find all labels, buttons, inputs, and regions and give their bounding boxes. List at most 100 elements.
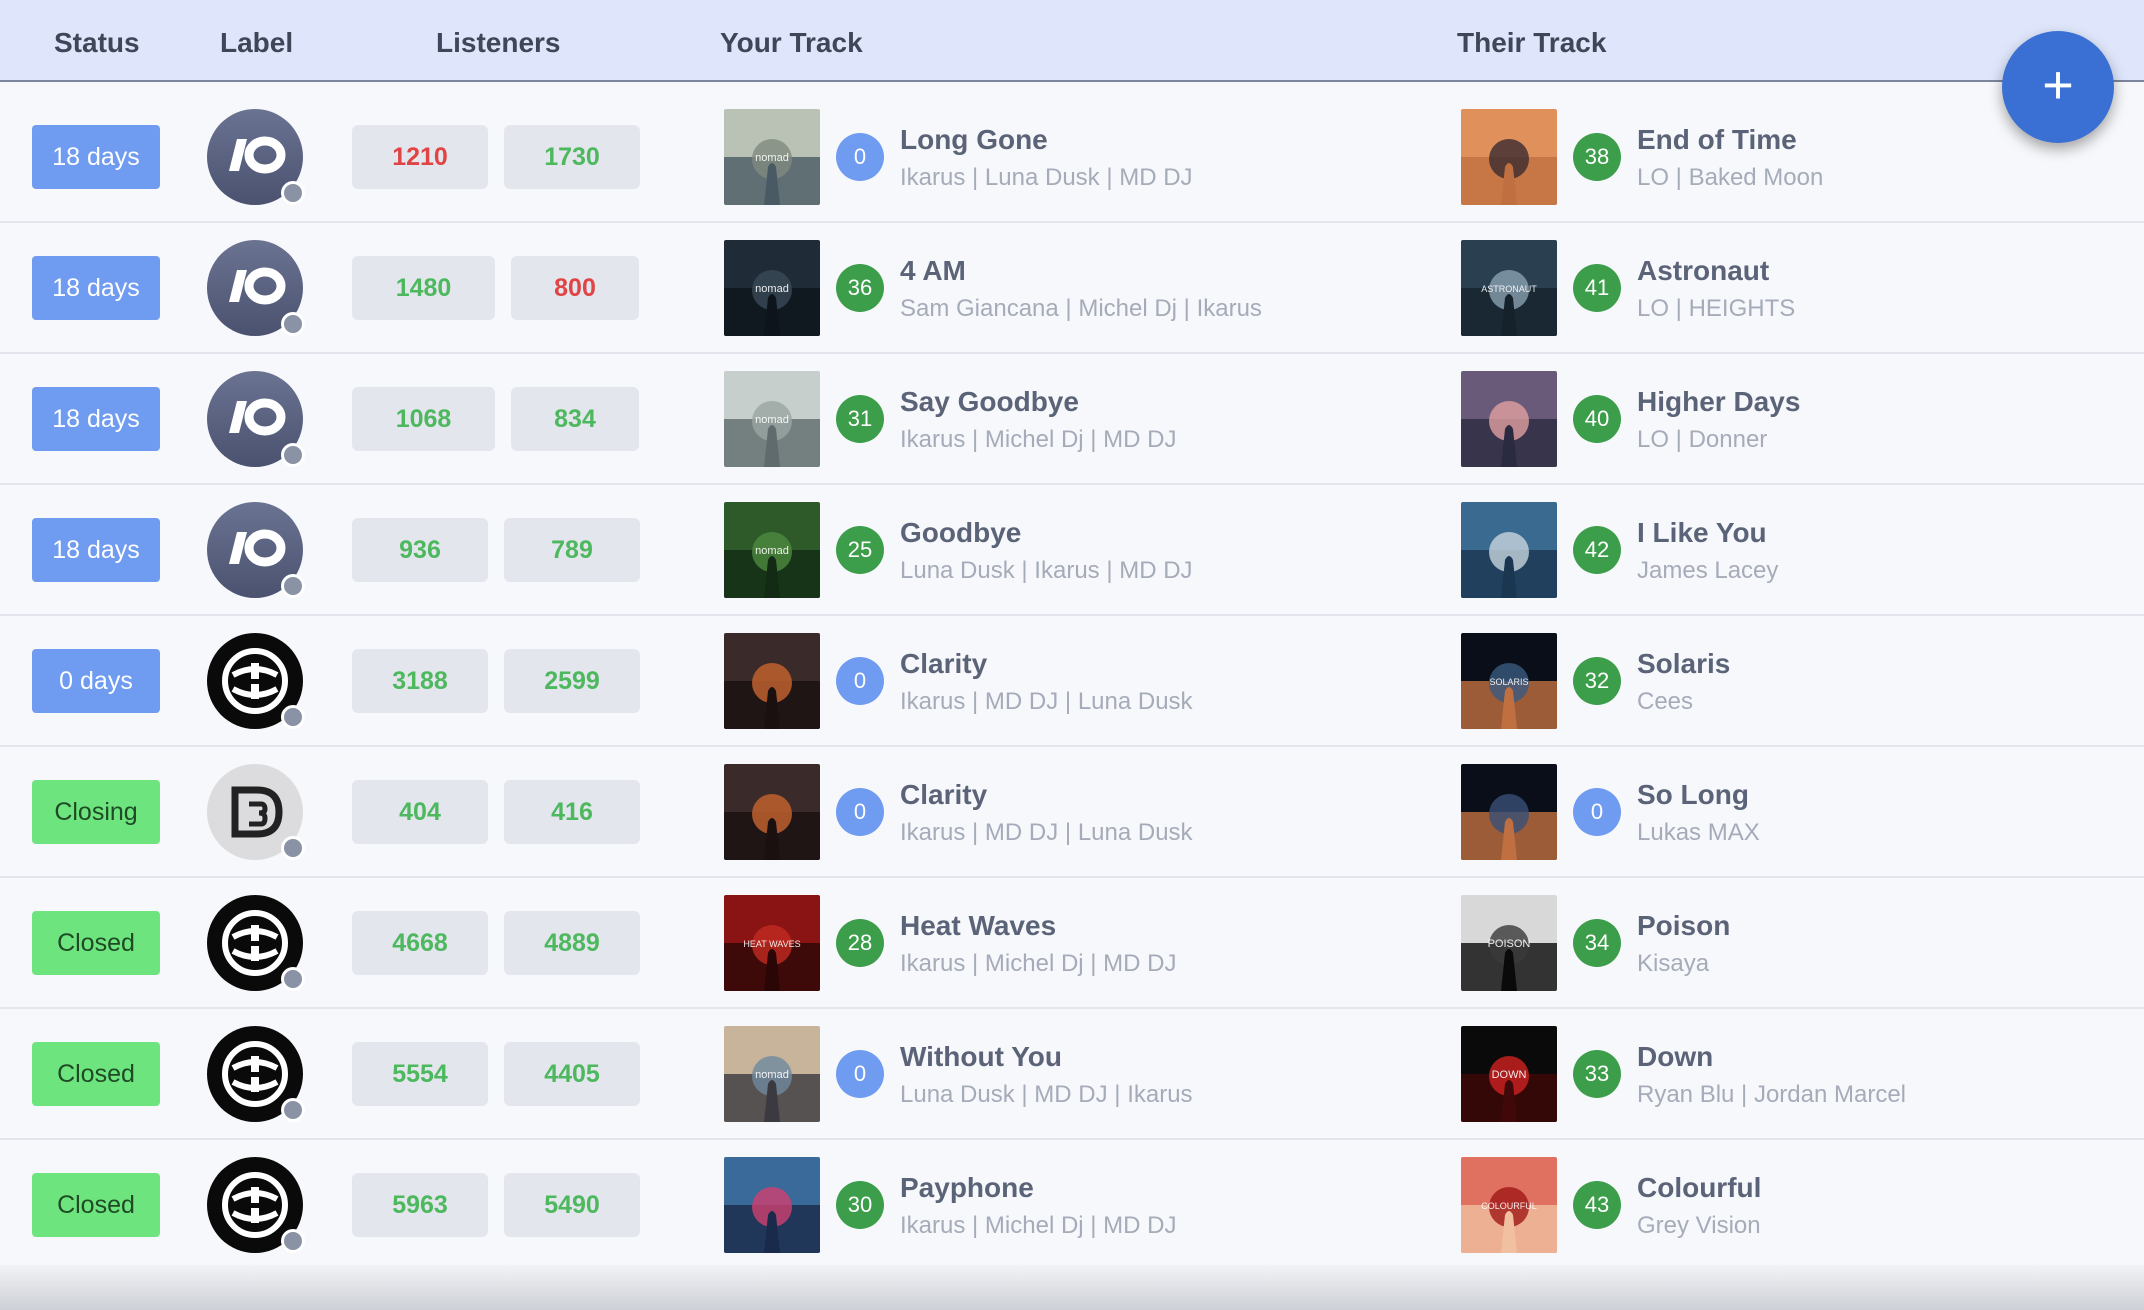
swirl-logo-icon[interactable]: [207, 633, 305, 729]
their-track-title[interactable]: End of Time: [1637, 124, 1797, 156]
swirl-logo-icon[interactable]: [207, 895, 305, 991]
swirl-logo-icon[interactable]: [207, 1026, 305, 1122]
listeners-theirs: 5490: [504, 1173, 640, 1237]
their-track-artists: LO | Baked Moon: [1637, 164, 1824, 191]
bottom-scroll-shadow: [0, 1265, 2144, 1310]
your-track-cover[interactable]: nomad: [724, 1026, 820, 1122]
your-track-title[interactable]: Without You: [900, 1041, 1062, 1073]
their-track-cover[interactable]: ASTRONAUT: [1461, 240, 1557, 336]
your-track-title[interactable]: Clarity: [900, 779, 987, 811]
header-listeners[interactable]: Listeners: [436, 27, 561, 59]
their-track-artists: Kisaya: [1637, 950, 1710, 977]
their-track-score: 38: [1573, 133, 1621, 181]
status-badge[interactable]: 18 days: [32, 387, 160, 451]
listeners-theirs: 4889: [504, 911, 640, 975]
their-track-cover[interactable]: [1461, 371, 1557, 467]
status-badge[interactable]: 18 days: [32, 518, 160, 582]
listeners-theirs: 1730: [504, 125, 640, 189]
status-badge[interactable]: 18 days: [32, 125, 160, 189]
their-track-title[interactable]: So Long: [1637, 779, 1749, 811]
your-track-score: 31: [836, 395, 884, 443]
their-track-artists: LO | HEIGHTS: [1637, 295, 1796, 322]
deals-table: 18 days 1210 1730 nomad 0 Long Gone Ikarus | L…: [0, 92, 2144, 1271]
table-row[interactable]: Closing 404 416 0 Clarity Ikarus | MD DJ | Lu…: [0, 747, 2144, 878]
table-row[interactable]: 18 days 936 789 nomad 25 Goodbye Luna Dusk | I…: [0, 485, 2144, 616]
status-badge[interactable]: Closed: [32, 1173, 160, 1237]
header-your-track[interactable]: Your Track: [720, 27, 863, 59]
their-track-score: 40: [1573, 395, 1621, 443]
your-track-title[interactable]: Heat Waves: [900, 910, 1056, 942]
table-row[interactable]: Closed 4668 4889 HEAT WAVES 28 Heat Waves Ikar…: [0, 878, 2144, 1009]
their-track-title[interactable]: Poison: [1637, 910, 1730, 942]
your-track-title[interactable]: Goodbye: [900, 517, 1021, 549]
your-track-cover[interactable]: [724, 1157, 820, 1253]
their-track-cover[interactable]: POISON: [1461, 895, 1557, 991]
their-track-cover[interactable]: DOWN: [1461, 1026, 1557, 1122]
header-status[interactable]: Status: [54, 27, 140, 59]
their-track-title[interactable]: I Like You: [1637, 517, 1767, 549]
their-track-title[interactable]: Higher Days: [1637, 386, 1800, 418]
table-row[interactable]: 18 days 1068 834 nomad 31 Say Goodbye Ikarus |…: [0, 354, 2144, 485]
their-track-cover[interactable]: [1461, 502, 1557, 598]
svg-text:nomad: nomad: [755, 152, 789, 164]
svg-text:COLOURFUL: COLOURFUL: [1481, 1201, 1537, 1211]
add-button[interactable]: +: [2002, 31, 2114, 143]
their-track-title[interactable]: Astronaut: [1637, 255, 1769, 287]
table-row[interactable]: 18 days 1210 1730 nomad 0 Long Gone Ikarus | L…: [0, 92, 2144, 223]
your-track-cover[interactable]: nomad: [724, 371, 820, 467]
status-badge[interactable]: Closed: [32, 911, 160, 975]
their-track-title[interactable]: Down: [1637, 1041, 1713, 1073]
their-track-title[interactable]: Colourful: [1637, 1172, 1761, 1204]
table-row[interactable]: 0 days 3188 2599 0 Clarity Ikarus | MD DJ | L…: [0, 616, 2144, 747]
your-track-cover[interactable]: [724, 633, 820, 729]
your-track-cover[interactable]: HEAT WAVES: [724, 895, 820, 991]
your-track-artists: Luna Dusk | MD DJ | Ikarus: [900, 1081, 1193, 1108]
svg-text:POISON: POISON: [1488, 938, 1531, 950]
status-badge[interactable]: Closed: [32, 1042, 160, 1106]
listeners-theirs: 416: [504, 780, 640, 844]
status-badge[interactable]: 18 days: [32, 256, 160, 320]
your-track-artists: Ikarus | Michel Dj | MD DJ: [900, 950, 1177, 977]
lo-logo-icon[interactable]: [207, 371, 305, 467]
header-their-track[interactable]: Their Track: [1457, 27, 1606, 59]
listeners-theirs: 2599: [504, 649, 640, 713]
your-track-artists: Ikarus | Luna Dusk | MD DJ: [900, 164, 1193, 191]
their-track-cover[interactable]: [1461, 109, 1557, 205]
lo-logo-icon[interactable]: [207, 502, 305, 598]
your-track-cover[interactable]: nomad: [724, 502, 820, 598]
table-header: Status Label Listeners Your Track Their …: [0, 0, 2144, 82]
their-track-cover[interactable]: [1461, 764, 1557, 860]
your-track-title[interactable]: 4 AM: [900, 255, 966, 287]
swirl-logo-icon[interactable]: [207, 1157, 305, 1253]
status-badge[interactable]: 0 days: [32, 649, 160, 713]
lo-logo-icon[interactable]: [207, 109, 305, 205]
their-track-title[interactable]: Solaris: [1637, 648, 1730, 680]
table-row[interactable]: Closed 5963 5490 30 Payphone Ikarus | Michel …: [0, 1140, 2144, 1271]
svg-text:SOLARIS: SOLARIS: [1489, 677, 1528, 687]
your-track-title[interactable]: Long Gone: [900, 124, 1048, 156]
your-track-cover[interactable]: nomad: [724, 240, 820, 336]
status-badge[interactable]: Closing: [32, 780, 160, 844]
your-track-artists: Ikarus | MD DJ | Luna Dusk: [900, 688, 1193, 715]
presence-dot: [281, 1229, 305, 1253]
your-track-cover[interactable]: [724, 764, 820, 860]
your-track-title[interactable]: Clarity: [900, 648, 987, 680]
table-row[interactable]: 18 days 1480 800 nomad 36 4 AM Sam Giancana | …: [0, 223, 2144, 354]
your-track-cover[interactable]: nomad: [724, 109, 820, 205]
presence-dot: [281, 574, 305, 598]
d3-logo-icon[interactable]: [207, 764, 305, 860]
plus-icon: +: [2042, 55, 2074, 115]
lo-logo-icon[interactable]: [207, 240, 305, 336]
your-track-score: 25: [836, 526, 884, 574]
your-track-title[interactable]: Payphone: [900, 1172, 1034, 1204]
listeners-theirs: 4405: [504, 1042, 640, 1106]
header-label[interactable]: Label: [220, 27, 293, 59]
your-track-score: 36: [836, 264, 884, 312]
table-row[interactable]: Closed 5554 4405 nomad 0 Without You Luna Dusk…: [0, 1009, 2144, 1140]
your-track-artists: Luna Dusk | Ikarus | MD DJ: [900, 557, 1193, 584]
your-track-title[interactable]: Say Goodbye: [900, 386, 1079, 418]
your-track-artists: Ikarus | MD DJ | Luna Dusk: [900, 819, 1193, 846]
their-track-cover[interactable]: SOLARIS: [1461, 633, 1557, 729]
their-track-cover[interactable]: COLOURFUL: [1461, 1157, 1557, 1253]
listeners-yours: 4668: [352, 911, 488, 975]
